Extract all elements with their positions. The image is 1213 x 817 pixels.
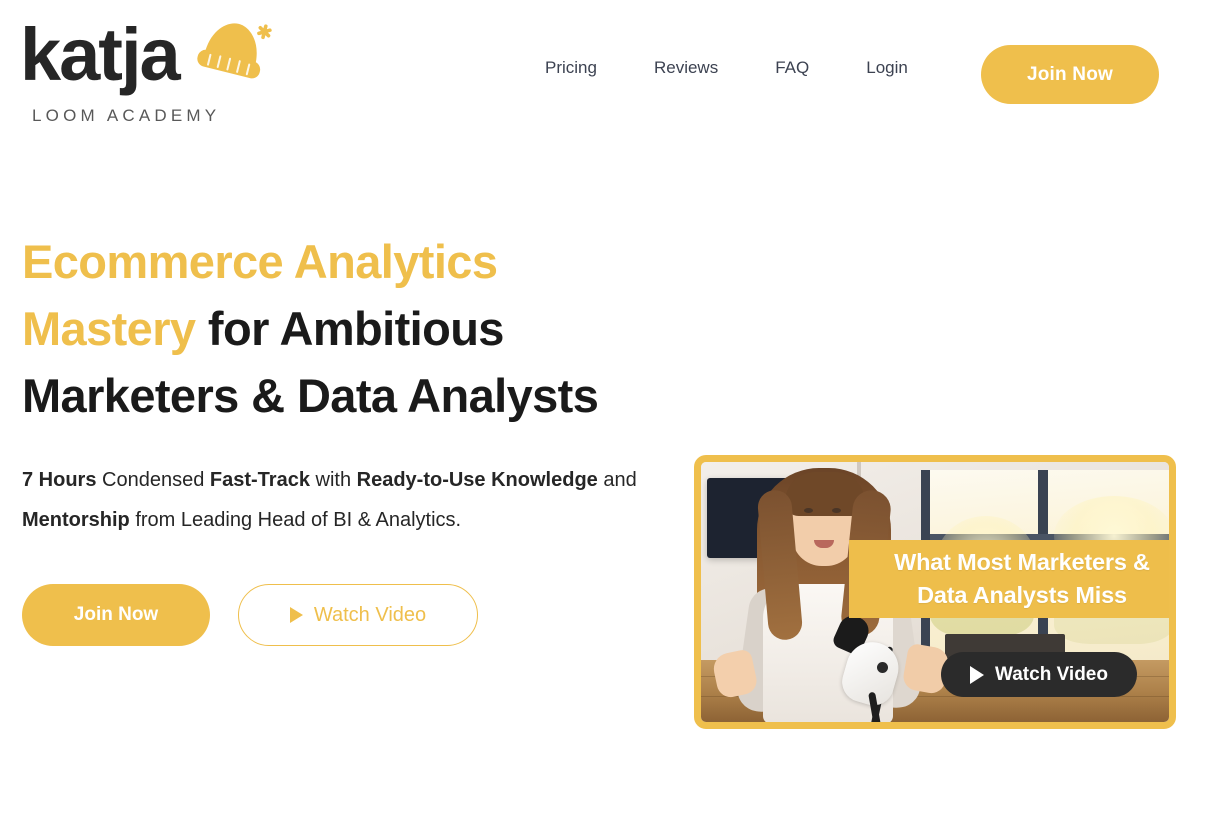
video-watch-button[interactable]: Watch Video xyxy=(941,652,1137,697)
header-join-now-button[interactable]: Join Now xyxy=(981,45,1159,104)
video-watch-label: Watch Video xyxy=(995,663,1108,685)
play-triangle-icon xyxy=(970,665,985,684)
nav-link-faq[interactable]: FAQ xyxy=(775,52,809,84)
video-banner-line-2: Data Analysts Miss xyxy=(917,582,1127,608)
subhead-bold-mentorship: Mentorship xyxy=(22,509,130,531)
subhead-text-1: Condensed xyxy=(96,469,210,491)
hero-cta-row: Join Now Watch Video xyxy=(22,584,662,646)
subhead-bold-hours: 7 Hours xyxy=(22,469,97,491)
hero-watch-video-button[interactable]: Watch Video xyxy=(238,584,478,646)
video-banner-line-1: What Most Marketers & xyxy=(894,549,1150,575)
nav-link-reviews[interactable]: Reviews xyxy=(654,52,718,84)
subhead-text-4: from Leading Head of BI & Analytics. xyxy=(129,509,462,531)
eye-right xyxy=(832,508,841,513)
hero-content: Ecommerce Analytics Mastery for Ambitiou… xyxy=(22,228,662,646)
logo-tagline: LOOM ACADEMY xyxy=(32,106,221,125)
subhead-bold-fasttrack: Fast-Track xyxy=(209,469,310,491)
logo-wordmark: katja xyxy=(20,13,181,96)
landing-page: katja LOOM ACADEMY Pricing Reviews FAQ L… xyxy=(0,0,1213,817)
video-thumbnail-image: What Most Marketers & Data Analysts Miss… xyxy=(701,462,1169,722)
microphone-button xyxy=(877,662,888,673)
hero-join-now-button[interactable]: Join Now xyxy=(22,584,210,646)
nav-link-login[interactable]: Login xyxy=(866,52,908,84)
video-thumbnail-card[interactable]: What Most Marketers & Data Analysts Miss… xyxy=(694,455,1176,729)
video-title-banner: What Most Marketers & Data Analysts Miss xyxy=(849,540,1169,618)
hero-watch-video-label: Watch Video xyxy=(313,603,427,626)
main-navigation: Pricing Reviews FAQ Login xyxy=(545,52,908,84)
subhead-bold-knowledge: Ready-to-Use Knowledge xyxy=(356,469,598,491)
eye-left xyxy=(804,508,813,513)
page-title: Ecommerce Analytics Mastery for Ambitiou… xyxy=(22,228,662,429)
play-triangle-icon xyxy=(289,607,303,623)
beanie-hat-icon xyxy=(197,23,272,79)
logo[interactable]: katja LOOM ACADEMY xyxy=(20,8,280,126)
nav-link-pricing[interactable]: Pricing xyxy=(545,52,597,84)
hero-subheading: 7 Hours Condensed Fast-Track with Ready-… xyxy=(22,460,647,540)
subhead-text-3: and xyxy=(597,469,637,491)
subhead-text-2: with xyxy=(309,469,357,491)
site-header: katja LOOM ACADEMY Pricing Reviews FAQ L… xyxy=(0,0,1213,150)
